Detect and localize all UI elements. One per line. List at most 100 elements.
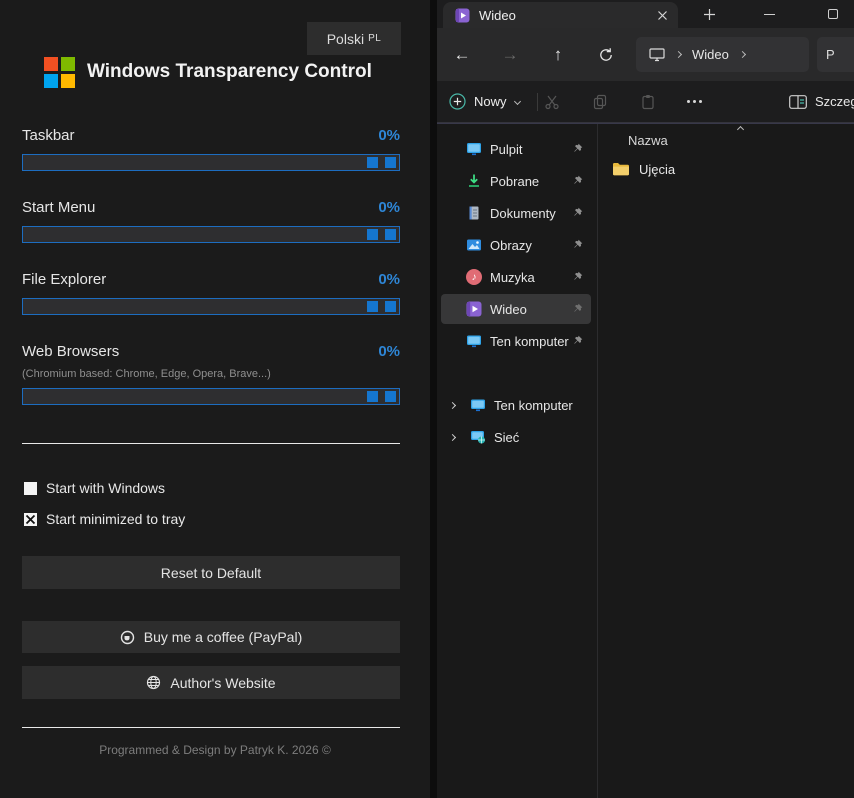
- copy-icon: [592, 94, 608, 110]
- music-icon: ♪: [466, 269, 482, 285]
- sidebar-item-wideo[interactable]: Wideo: [441, 294, 591, 324]
- web-browsers-slider-block: Web Browsers 0% (Chromium based: Chrome,…: [22, 343, 400, 405]
- language-label: Polski: [327, 31, 364, 47]
- start-with-windows-checkbox[interactable]: Start with Windows: [24, 480, 165, 496]
- start-menu-slider-value: 0%: [378, 199, 400, 216]
- explorer-command-bar: Nowy: [437, 81, 854, 123]
- taskbar-slider-block: Taskbar 0%: [22, 127, 400, 171]
- slider-handle[interactable]: [367, 157, 378, 168]
- footer-credit: Programmed & Design by Patryk K. 2026 ©: [0, 743, 430, 757]
- copy-button[interactable]: [585, 81, 615, 122]
- more-options-button[interactable]: [679, 81, 709, 122]
- slider-handle[interactable]: [385, 301, 396, 312]
- this-pc-icon: [649, 48, 665, 62]
- forward-arrow-icon: →: [502, 45, 519, 65]
- slider-handle[interactable]: [367, 301, 378, 312]
- app-header: Windows Transparency Control: [44, 54, 372, 90]
- web-browsers-slider-value: 0%: [378, 343, 400, 360]
- file-explorer-slider-label: File Explorer: [22, 271, 106, 288]
- pin-icon: [572, 271, 583, 282]
- app-title: Windows Transparency Control: [87, 61, 372, 83]
- chevron-down-icon: [513, 98, 520, 105]
- pin-icon: [572, 143, 583, 154]
- plus-icon: [703, 8, 716, 21]
- new-tab-button[interactable]: [701, 6, 717, 22]
- up-button[interactable]: ↑: [545, 28, 571, 81]
- sort-ascending-icon[interactable]: [737, 126, 744, 133]
- taskbar-slider[interactable]: [22, 154, 400, 171]
- sidebar-item-muzyka[interactable]: ♪ Muzyka: [441, 262, 591, 292]
- file-explorer-slider-block: File Explorer 0%: [22, 271, 400, 315]
- details-pane-button[interactable]: Szczegóły: [789, 81, 854, 122]
- folder-icon: [612, 162, 630, 176]
- sidebar-item-pobrane[interactable]: Pobrane: [441, 166, 591, 196]
- authors-website-button[interactable]: Author's Website: [22, 666, 400, 699]
- web-browsers-slider-label: Web Browsers: [22, 343, 119, 360]
- cut-button[interactable]: [537, 81, 567, 122]
- ellipsis-icon: [687, 100, 702, 103]
- start-menu-slider[interactable]: [22, 226, 400, 243]
- sidebar-item-label: Muzyka: [490, 270, 535, 285]
- search-text: P: [826, 47, 835, 62]
- tree-item-siec[interactable]: Sieć: [437, 423, 593, 451]
- maximize-button[interactable]: [810, 0, 854, 28]
- file-explorer-slider[interactable]: [22, 298, 400, 315]
- coffee-button-label: Buy me a coffee (PayPal): [144, 629, 302, 645]
- transparency-control-window: Polski PL Windows Transparency Control T…: [0, 0, 430, 798]
- start-menu-slider-label: Start Menu: [22, 199, 95, 216]
- paste-button[interactable]: [633, 81, 663, 122]
- slider-handle[interactable]: [385, 229, 396, 240]
- web-browsers-slider-note: (Chromium based: Chrome, Edge, Opera, Br…: [22, 368, 400, 380]
- checkbox-label: Start with Windows: [46, 480, 165, 496]
- slider-handle[interactable]: [385, 157, 396, 168]
- sidebar-item-dokumenty[interactable]: Dokumenty: [441, 198, 591, 228]
- network-icon: [470, 429, 486, 445]
- start-minimized-checkbox[interactable]: Start minimized to tray: [24, 511, 185, 527]
- paste-icon: [640, 94, 656, 110]
- window-seam: [430, 0, 437, 798]
- file-explorer-slider-value: 0%: [378, 271, 400, 288]
- this-pc-icon: [470, 397, 486, 413]
- breadcrumb-location[interactable]: Wideo: [692, 47, 729, 62]
- pictures-icon: [466, 237, 482, 253]
- maximize-icon: [828, 9, 838, 19]
- sidebar-item-ten-komputer[interactable]: Ten komputer: [441, 326, 591, 356]
- file-explorer-window: Wideo ← → ↑: [437, 0, 854, 798]
- new-button[interactable]: Nowy: [449, 81, 520, 122]
- refresh-button[interactable]: [593, 28, 619, 81]
- reset-to-default-button[interactable]: Reset to Default: [22, 556, 400, 589]
- expand-chevron-icon[interactable]: [449, 401, 456, 408]
- column-header-nazwa[interactable]: Nazwa: [628, 133, 668, 148]
- search-input[interactable]: P: [817, 37, 854, 72]
- explorer-nav-bar: ← → ↑ Wideo P: [437, 28, 854, 81]
- back-button[interactable]: ←: [449, 28, 475, 81]
- buy-coffee-button[interactable]: Buy me a coffee (PayPal): [22, 621, 400, 653]
- sidebar-item-obrazy[interactable]: Obrazy: [441, 230, 591, 260]
- minimize-button[interactable]: [746, 0, 792, 28]
- pin-icon: [572, 335, 583, 346]
- tab-close-button[interactable]: [657, 10, 668, 21]
- sidebar-item-pulpit[interactable]: Pulpit: [441, 134, 591, 164]
- slider-handle[interactable]: [367, 229, 378, 240]
- checkbox-unchecked[interactable]: [24, 482, 37, 495]
- start-menu-slider-block: Start Menu 0%: [22, 199, 400, 243]
- tree-item-ten-komputer[interactable]: Ten komputer: [437, 391, 593, 419]
- downloads-icon: [466, 173, 482, 189]
- language-button[interactable]: Polski PL: [307, 22, 401, 55]
- language-code: PL: [368, 33, 381, 44]
- address-bar[interactable]: Wideo: [636, 37, 809, 72]
- expand-chevron-icon[interactable]: [449, 433, 456, 440]
- checkbox-label: Start minimized to tray: [46, 511, 185, 527]
- sidebar-item-label: Wideo: [490, 302, 527, 317]
- file-row-ujecia[interactable]: Ujęcia: [604, 156, 675, 182]
- scissors-icon: [544, 94, 560, 110]
- forward-button[interactable]: →: [497, 28, 523, 81]
- slider-handle[interactable]: [367, 391, 378, 402]
- tab-wideo[interactable]: Wideo: [443, 2, 678, 28]
- details-pane-label: Szczegóły: [815, 94, 854, 109]
- checkbox-checked[interactable]: [24, 513, 37, 526]
- documents-icon: [466, 205, 482, 221]
- web-browsers-slider[interactable]: [22, 388, 400, 405]
- tree-item-label: Sieć: [494, 430, 519, 445]
- slider-handle[interactable]: [385, 391, 396, 402]
